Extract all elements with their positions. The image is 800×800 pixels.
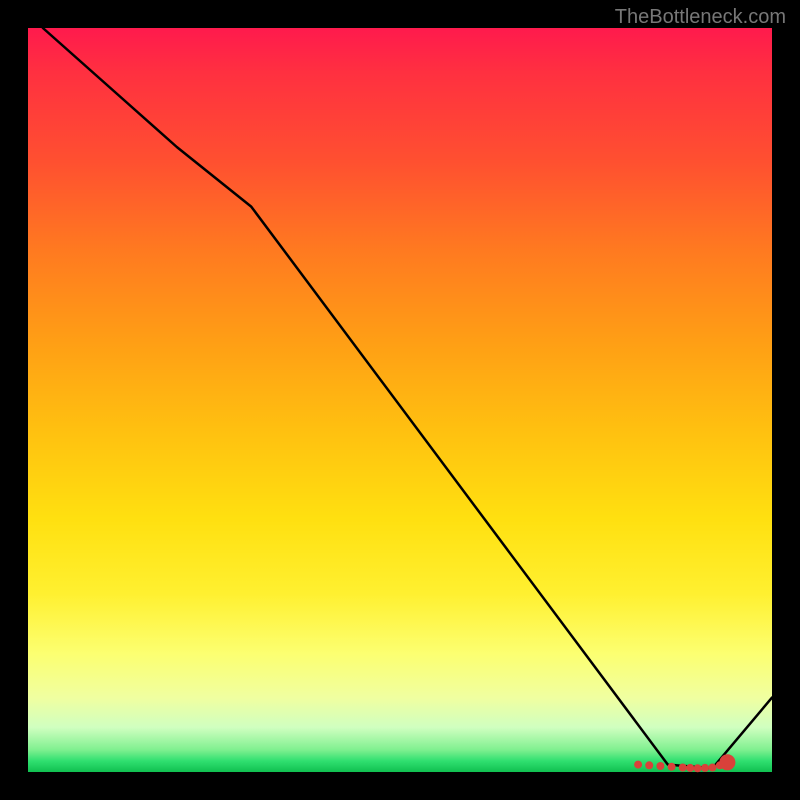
marker-dot bbox=[634, 761, 642, 769]
marker-dot bbox=[686, 764, 694, 772]
marker-dot bbox=[709, 764, 717, 772]
marker-dot bbox=[656, 762, 664, 770]
marker-dot bbox=[694, 764, 702, 772]
watermark-text: TheBottleneck.com bbox=[615, 6, 786, 29]
plot-area bbox=[28, 28, 772, 772]
marker-dot bbox=[679, 764, 687, 772]
marker-dot bbox=[645, 761, 653, 769]
marker-group bbox=[634, 754, 735, 772]
marker-dot bbox=[668, 763, 676, 771]
marker-dot bbox=[719, 754, 735, 770]
line-chart-svg bbox=[28, 28, 772, 772]
chart-container: TheBottleneck.com bbox=[0, 0, 800, 800]
marker-dot bbox=[701, 764, 709, 772]
data-line bbox=[43, 28, 772, 768]
